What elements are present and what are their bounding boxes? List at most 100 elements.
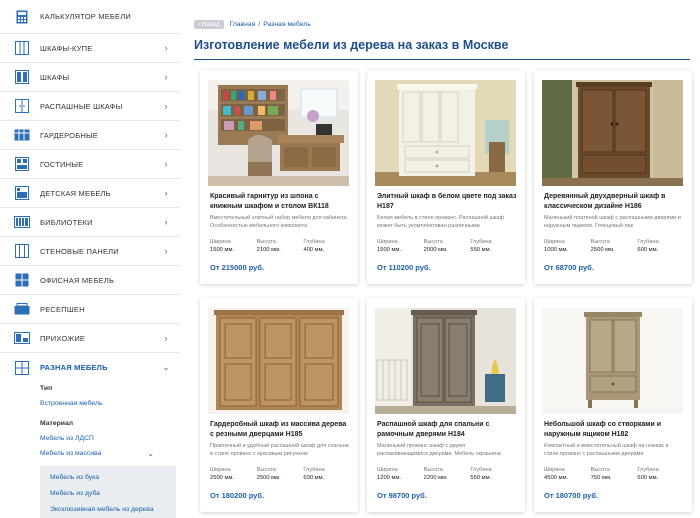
depth-label: Глубина — [470, 467, 492, 473]
product-title[interactable]: Гардеробный шкаф из массива дерева с рез… — [210, 420, 350, 440]
wardrobe-icon — [14, 70, 30, 84]
product-image[interactable] — [542, 80, 683, 186]
sidebar-item-hallways[interactable]: ПРИХОЖИЕ › — [0, 324, 180, 353]
height-label: Высота — [423, 467, 443, 473]
back-button[interactable]: ‹ Назад — [194, 20, 224, 29]
chevron-right-icon: › — [164, 72, 168, 82]
product-description: Практичный и удобный распашной шкаф для … — [210, 443, 349, 457]
product-image[interactable] — [375, 308, 516, 414]
misc-furniture-submenu: Тип Встроенная мебель Материал Мебель из… — [0, 382, 180, 461]
sidebar-item-label: РАЗНАЯ МЕБЕЛЬ — [40, 363, 108, 372]
sidebar-item-sliding-wardrobes[interactable]: ШКАФЫ-КУПЕ › — [0, 34, 180, 63]
wall-panels-icon — [14, 244, 30, 258]
product-card[interactable]: Деревянный двухдверный шкаф в классическ… — [534, 70, 692, 284]
submenu-heading-material: Материал — [40, 420, 74, 427]
width-label: Ширина — [544, 239, 565, 245]
height-value: 750 мм. — [590, 475, 612, 481]
product-title[interactable]: Небольшой шкаф со створками и наружным я… — [544, 420, 684, 440]
height-value: 2500 мм. — [590, 247, 615, 253]
sidebar-item-kids-furniture[interactable]: ДЕТСКАЯ МЕБЕЛЬ › — [0, 179, 180, 208]
sidebar-item-wall-panels[interactable]: СТЕНОВЫЕ ПАНЕЛИ › — [0, 237, 180, 266]
product-specs: Ширина 2500 мм. Высота 2500 мм. Глубина 600… — [210, 466, 350, 482]
sidebar-item-libraries[interactable]: БИБЛИОТЕКИ › — [0, 208, 180, 237]
sidebar-item-label: ДЕТСКАЯ МЕБЕЛЬ — [40, 188, 111, 198]
office-furniture-icon — [14, 273, 30, 287]
product-card[interactable]: Распашной шкаф для спальни с рамочным дв… — [367, 298, 525, 512]
sidebar-item-living-rooms[interactable]: ГОСТИНЫЕ › — [0, 150, 180, 179]
dressing-room-icon — [14, 128, 30, 142]
depth-label: Глубина — [637, 467, 659, 473]
width-label: Ширина — [377, 239, 398, 245]
submenu-link-built-in[interactable]: Встроенная мебель — [40, 396, 180, 411]
breadcrumb: ‹ Назад Главная / Разная мебель — [194, 20, 311, 29]
product-specs: Ширина 1500 мм. Высота 2000 мм. Глубина 550… — [377, 238, 517, 254]
depth-label: Глубина — [470, 239, 492, 245]
sidebar-item-misc-furniture[interactable]: РАЗНАЯ МЕБЕЛЬ ⌄ — [0, 353, 180, 382]
width-value: 2500 мм. — [210, 475, 235, 481]
breadcrumb-current[interactable]: Разная мебель — [263, 21, 311, 28]
width-value: 1500 мм. — [210, 247, 235, 253]
depth-label: Глубина — [303, 467, 325, 473]
product-price: От 110200 руб. — [377, 263, 431, 272]
depth-value: 400 мм. — [303, 247, 325, 253]
product-title[interactable]: Распашной шкаф для спальни с рамочным дв… — [377, 420, 517, 440]
chevron-down-icon[interactable]: ⌄ — [147, 446, 154, 461]
chevron-right-icon: › — [164, 130, 168, 140]
product-title[interactable]: Красивый гарнитур из шпона с книжным шка… — [210, 192, 350, 212]
sidebar-item-label: РЕСЕПШЕН — [40, 304, 85, 314]
nested-link-oak[interactable]: Мебель из дуба — [50, 486, 176, 502]
product-image[interactable] — [208, 308, 349, 414]
width-label: Ширина — [544, 467, 565, 473]
sidebar-item-label: ГОСТИНЫЕ — [40, 159, 84, 169]
width-value: 1500 мм. — [377, 247, 402, 253]
sidebar-item-wardrobes[interactable]: ШКАФЫ › — [0, 63, 180, 92]
product-description: Маленький прованс шкаф с двумя распахива… — [377, 443, 501, 457]
chevron-right-icon: › — [164, 43, 168, 53]
sidebar-item-reception[interactable]: РЕСЕПШЕН — [0, 295, 180, 324]
product-card[interactable]: Элитный шкаф в белом цвете под заказ Н18… — [367, 70, 525, 284]
sidebar-item-dressing-rooms[interactable]: ГАРДЕРОБНЫЕ › — [0, 121, 180, 150]
height-label: Высота — [423, 239, 443, 245]
chevron-right-icon: › — [164, 217, 168, 227]
depth-value: 600 мм. — [637, 475, 659, 481]
sidebar-item-label: КАЛЬКУЛЯТОР МЕБЕЛИ — [40, 12, 131, 21]
product-title[interactable]: Элитный шкаф в белом цвете под заказ Н18… — [377, 192, 517, 212]
height-label: Высота — [256, 239, 276, 245]
width-value: 1200 мм. — [377, 475, 402, 481]
sidebar-item-label: ПРИХОЖИЕ — [40, 333, 86, 343]
nested-link-exclusive-wood[interactable]: Эксклюзивная мебель из дерева — [50, 502, 176, 518]
height-value: 2100 мм. — [256, 247, 281, 253]
height-value: 2000 мм. — [423, 247, 448, 253]
submenu-heading-type: Тип — [40, 385, 53, 392]
nested-link-beech[interactable]: Мебель из бука — [50, 470, 176, 486]
submenu-link-ldsp[interactable]: Мебель из ЛДСП — [40, 431, 180, 446]
sidebar-item-label: ГАРДЕРОБНЫЕ — [40, 130, 98, 140]
product-image[interactable] — [542, 308, 683, 414]
product-specs: Ширина 1500 мм. Высота 2100 мм. Глубина 400… — [210, 238, 350, 254]
height-value: 2200 мм. — [423, 475, 448, 481]
product-description: Белая мебель в стиле прованс. Распашной … — [377, 215, 505, 229]
sidebar-item-swing-wardrobes[interactable]: РАСПАШНЫЕ ШКАФЫ › — [0, 92, 180, 121]
sidebar-item-label: БИБЛИОТЕКИ — [40, 217, 93, 227]
sidebar-item-label: ОФИСНАЯ МЕБЕЛЬ — [40, 275, 115, 285]
chevron-right-icon: › — [164, 188, 168, 198]
height-label: Высота — [256, 467, 276, 473]
product-card[interactable]: Гардеробный шкаф из массива дерева с рез… — [200, 298, 358, 512]
product-image[interactable] — [375, 80, 516, 186]
sidebar-item-calculator[interactable]: КАЛЬКУЛЯТОР МЕБЕЛИ — [0, 0, 180, 34]
library-icon — [14, 215, 30, 229]
product-card[interactable]: Небольшой шкаф со створками и наружным я… — [534, 298, 692, 512]
product-price: От 98700 руб. — [377, 491, 427, 500]
product-title[interactable]: Деревянный двухдверный шкаф в классическ… — [544, 192, 684, 212]
breadcrumb-home[interactable]: Главная — [230, 21, 256, 28]
product-image[interactable] — [208, 80, 349, 186]
product-price: От 215000 руб. — [210, 263, 265, 272]
product-specs: Ширина 1200 мм. Высота 2200 мм. Глубина 550… — [377, 466, 517, 482]
chevron-right-icon: › — [164, 159, 168, 169]
title-divider — [194, 59, 690, 60]
calculator-icon — [14, 10, 30, 24]
sidebar-item-office-furniture[interactable]: ОФИСНАЯ МЕБЕЛЬ — [0, 266, 180, 295]
submenu-link-solid-wood[interactable]: Мебель из массива ⌄ — [40, 446, 180, 461]
category-sidebar: КАЛЬКУЛЯТОР МЕБЕЛИ ШКАФЫ-КУПЕ › ШКАФЫ › … — [0, 0, 180, 518]
product-card[interactable]: Красивый гарнитур из шпона с книжным шка… — [200, 70, 358, 284]
